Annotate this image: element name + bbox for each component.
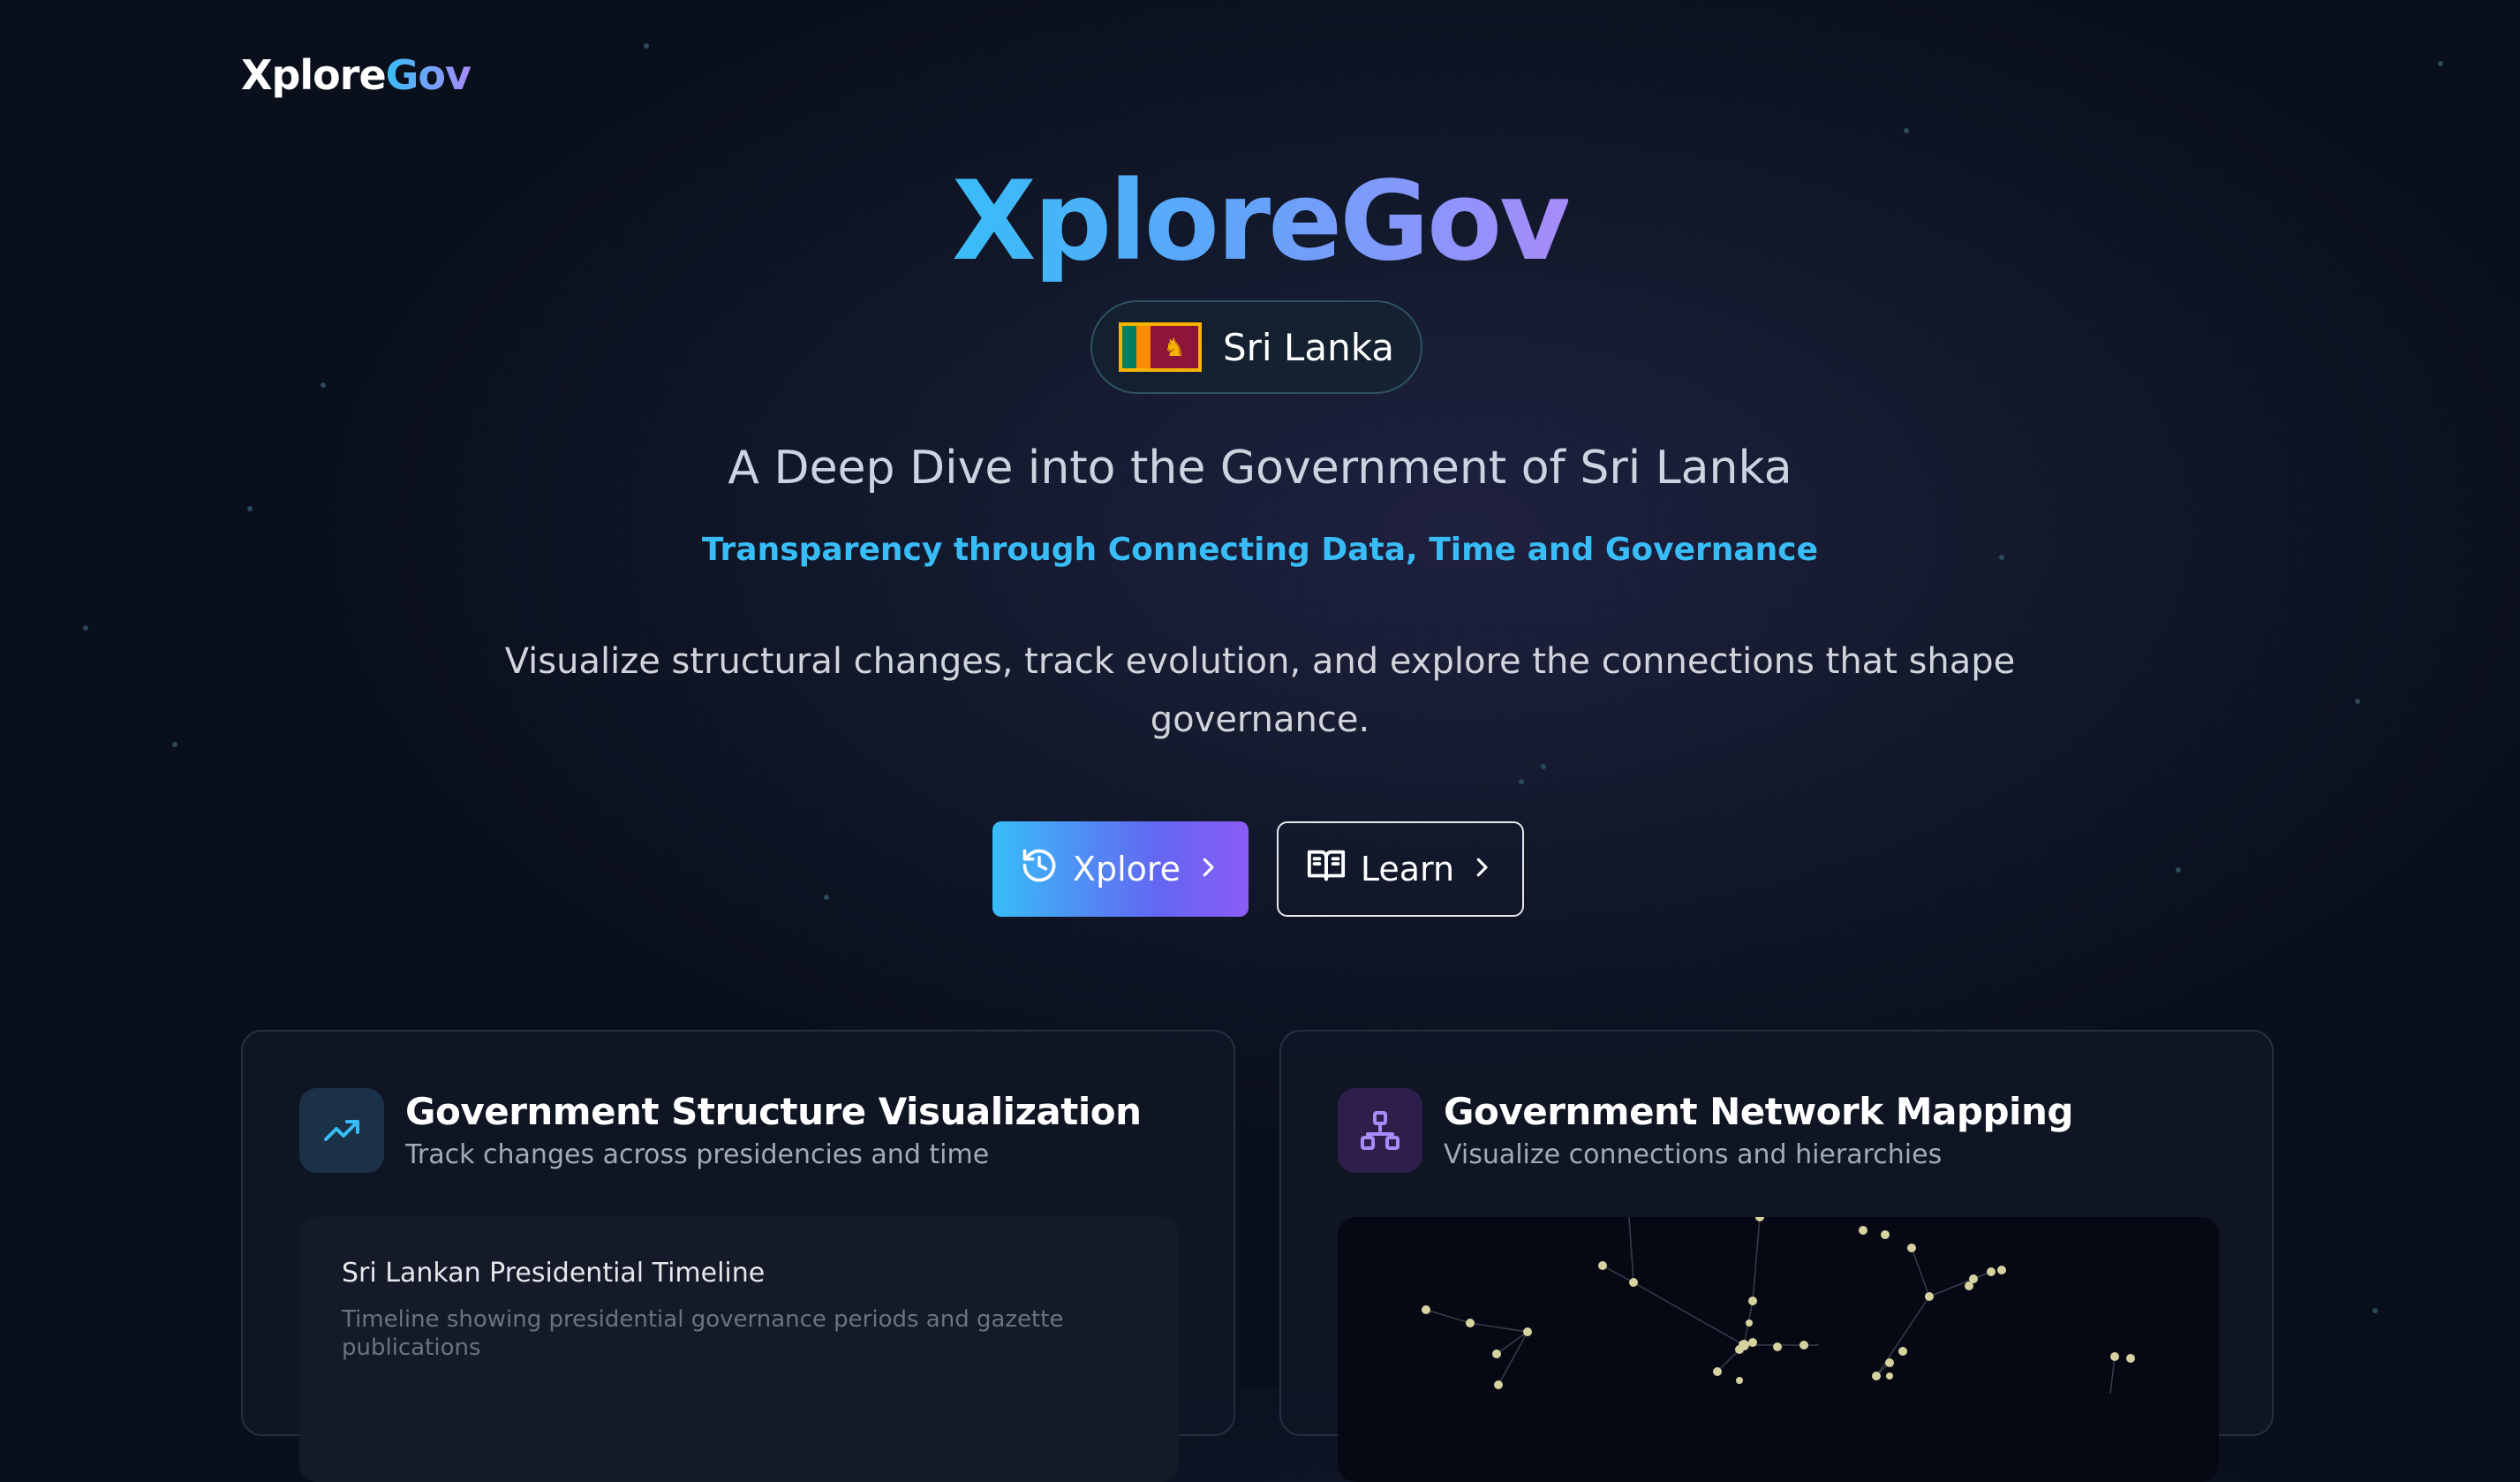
history-icon: [1020, 846, 1059, 893]
card-title: Government Structure Visualization: [405, 1090, 1142, 1133]
chevron-right-icon: [1468, 850, 1495, 888]
network-icon: [1338, 1088, 1422, 1173]
card-title: Government Network Mapping: [1444, 1090, 2073, 1133]
nav-logo[interactable]: XploreGov: [241, 51, 472, 99]
book-open-icon: [1306, 845, 1347, 894]
xplore-button[interactable]: Xplore: [992, 821, 1249, 917]
hero-title-text: XploreGov: [951, 158, 1571, 285]
network-graph: [1422, 1217, 2135, 1395]
learn-button[interactable]: Learn: [1277, 821, 1524, 917]
card-subtitle: Visualize connections and hierarchies: [1444, 1139, 1943, 1170]
network-graph-canvas[interactable]: [1338, 1217, 2219, 1482]
hero-title: XploreGov: [0, 155, 2520, 288]
sri-lanka-flag-icon: ♞: [1118, 322, 1202, 372]
logo-text-part1: Xplore: [241, 51, 387, 99]
xplore-button-label: Xplore: [1072, 850, 1181, 888]
country-badge: ♞ Sri Lanka: [1090, 300, 1422, 394]
presidential-timeline-panel[interactable]: Sri Lankan Presidential Timeline Timelin…: [299, 1217, 1179, 1482]
hero-subtitle: A Deep Dive into the Government of Sri L…: [728, 442, 1792, 495]
structure-visualization-card[interactable]: Government Structure Visualization Track…: [241, 1030, 1235, 1482]
learn-button-label: Learn: [1360, 850, 1455, 888]
card-subtitle: Track changes across presidencies and ti…: [405, 1139, 990, 1170]
hero-description: Visualize structural changes, track evol…: [504, 641, 2016, 740]
country-name: Sri Lanka: [1222, 325, 1395, 369]
timeline-title: Sri Lankan Presidential Timeline: [342, 1258, 766, 1289]
trending-up-icon: [299, 1088, 384, 1173]
chevron-right-icon: [1195, 850, 1221, 888]
timeline-description: Timeline showing presidential governance…: [342, 1306, 1064, 1361]
hero-tagline: Transparency through Connecting Data, Ti…: [701, 532, 1819, 568]
logo-text-part2: Gov: [385, 51, 472, 99]
network-mapping-card[interactable]: Government Network Mapping Visualize con…: [1279, 1030, 2274, 1482]
